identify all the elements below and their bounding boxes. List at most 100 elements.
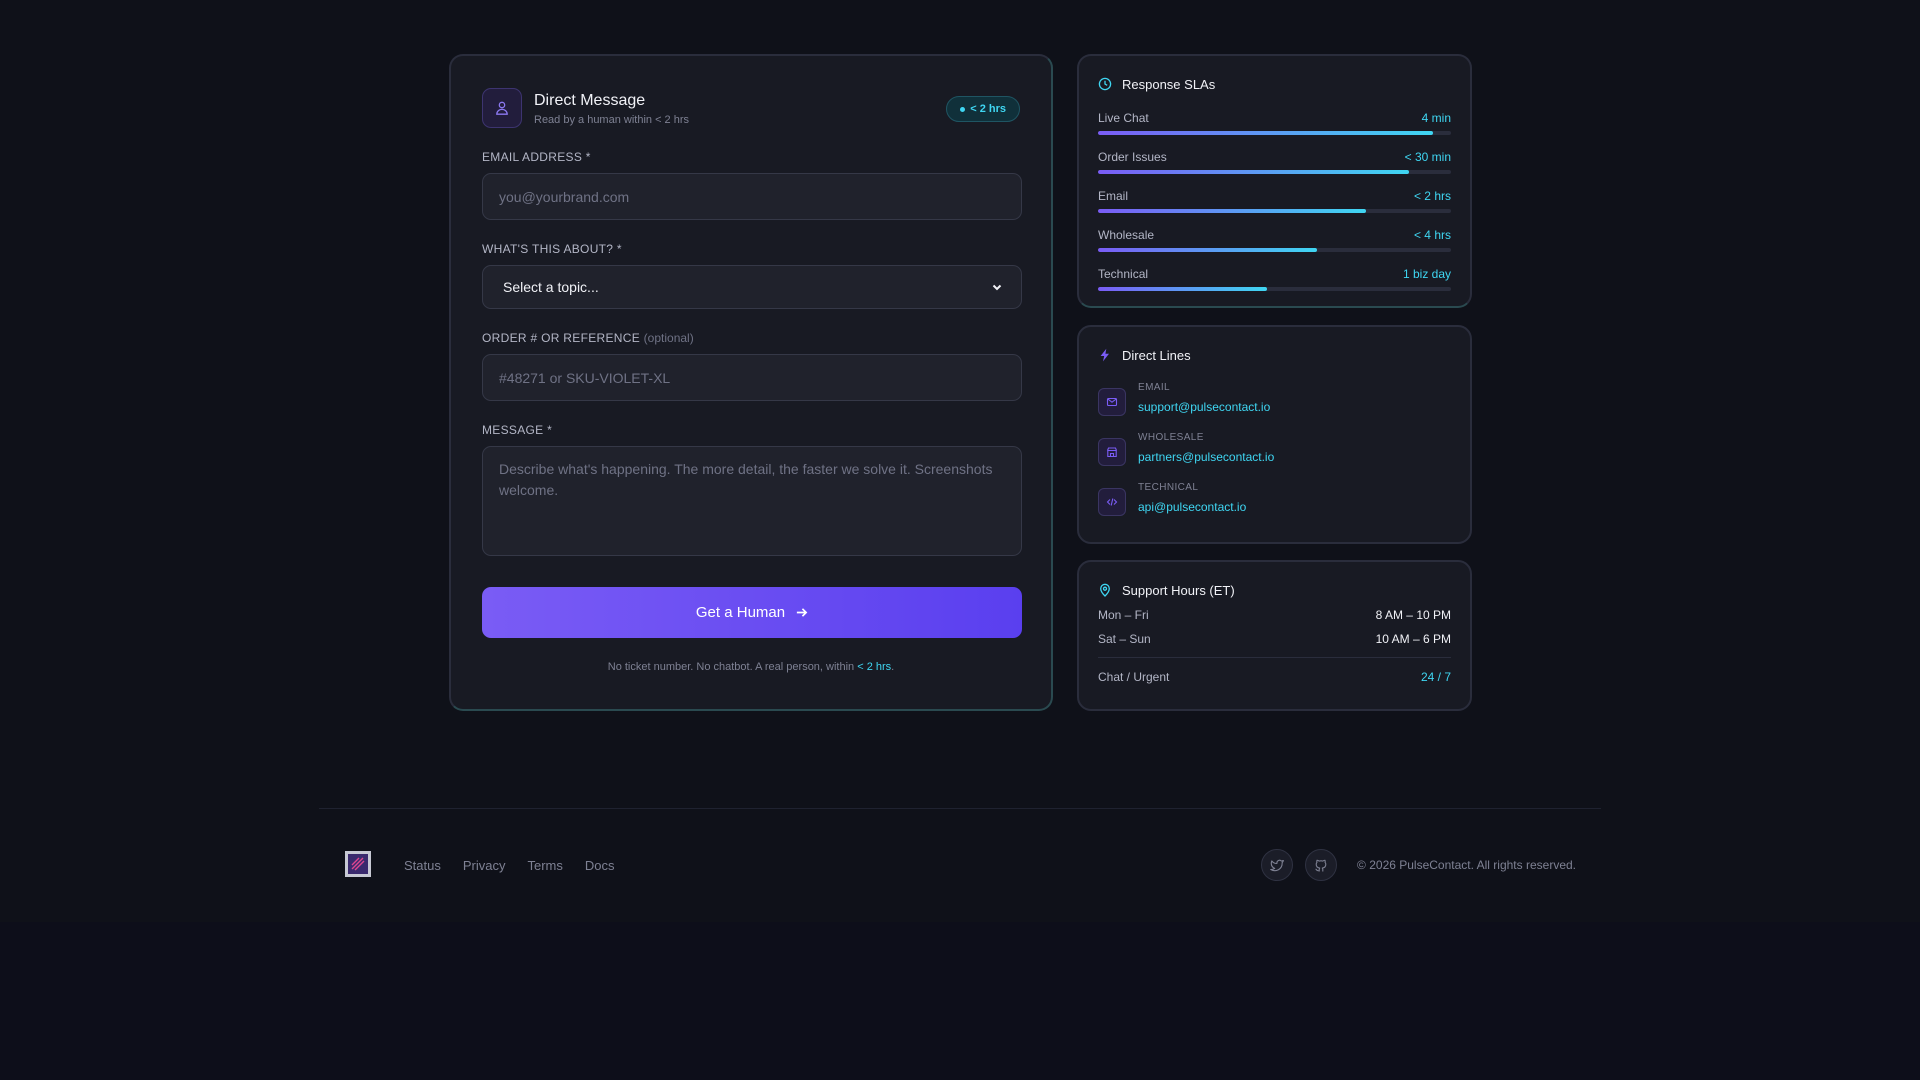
response-slas-panel: Response SLAs Live Chat 4 min Order Issues…: [1077, 54, 1472, 308]
direct-line-label: WHOLESALE: [1138, 432, 1204, 443]
direct-line-label: EMAIL: [1138, 382, 1171, 393]
twitter-icon: [1270, 859, 1284, 872]
hours-divider: [1098, 657, 1451, 658]
footer-link-terms[interactable]: Terms: [527, 858, 562, 873]
card-title: Direct Message: [534, 91, 646, 109]
message-placeholder: Describe what's happening. The more deta…: [499, 461, 993, 498]
card-footnote: No ticket number. No chatbot. A real per…: [482, 661, 1020, 673]
sla-line: Live Chat 4 min: [1098, 111, 1451, 125]
order-placeholder: #48271 or SKU-VIOLET-XL: [499, 369, 671, 386]
sla-progress-fill: [1098, 131, 1434, 135]
hours-row: Mon – Fri 8 AM – 10 PM: [1098, 608, 1451, 622]
direct-line-email-link[interactable]: api@pulsecontact.io: [1138, 500, 1246, 514]
support-hours-panel: Support Hours (ET) Mon – Fri 8 AM – 10 P…: [1077, 560, 1472, 711]
message-textarea[interactable]: Describe what's happening. The more deta…: [482, 446, 1022, 556]
sla-line: Wholesale < 4 hrs: [1098, 228, 1451, 242]
chevron-down-icon: [992, 284, 1002, 291]
order-label: ORDER # OR REFERENCE (optional): [482, 331, 1020, 345]
sla-time: < 2 hrs: [1413, 189, 1451, 203]
hours-time: 8 AM – 10 PM: [1375, 608, 1451, 622]
footnote-period: .: [891, 661, 895, 673]
direct-lines-header: Direct Lines: [1098, 347, 1451, 363]
footnote-text: No ticket number. No chatbot. A real per…: [607, 661, 855, 673]
sla-row: Live Chat 4 min: [1098, 111, 1451, 135]
footer-link-status[interactable]: Status: [404, 858, 441, 873]
sla-row: Wholesale < 4 hrs: [1098, 228, 1451, 252]
twitter-button[interactable]: [1261, 849, 1293, 881]
sla-title: Response SLAs: [1122, 76, 1216, 92]
order-label-text: ORDER # OR REFERENCE: [482, 331, 641, 345]
hours-day: Mon – Fri: [1098, 608, 1149, 622]
response-time-badge: < 2 hrs: [946, 96, 1020, 122]
sla-line: Email < 2 hrs: [1098, 189, 1451, 203]
topic-selected-value: Select a topic...: [503, 279, 599, 295]
direct-line-item: TECHNICAL api@pulsecontact.io: [1098, 482, 1451, 516]
sla-progress-bar: [1098, 287, 1451, 291]
topic-select[interactable]: Select a topic...: [482, 265, 1022, 309]
chat-urgent-value: 24 / 7: [1420, 670, 1451, 684]
email-label: EMAIL ADDRESS *: [482, 150, 591, 164]
card-subtitle: Read by a human within < 2 hrs: [534, 113, 690, 126]
topic-label: WHAT'S THIS ABOUT? *: [482, 242, 622, 256]
arrow-right-icon: [796, 608, 808, 617]
copyright-text: © 2026 PulseContact. All rights reserved…: [1357, 858, 1576, 872]
email-field[interactable]: you@yourbrand.com: [482, 173, 1022, 220]
sla-channel: Email: [1098, 189, 1129, 203]
direct-line-email-link[interactable]: partners@pulsecontact.io: [1138, 450, 1274, 464]
direct-line-item: WHOLESALE partners@pulsecontact.io: [1098, 432, 1451, 466]
sla-time: 4 min: [1421, 111, 1451, 125]
pulsecontact-logo-icon[interactable]: [345, 851, 371, 877]
github-button[interactable]: [1305, 849, 1337, 881]
direct-message-card: Direct Message Read by a human within < …: [449, 54, 1053, 711]
sla-progress-bar: [1098, 170, 1451, 174]
hours-time: 10 AM – 6 PM: [1375, 632, 1451, 646]
sla-time: < 30 min: [1404, 150, 1451, 164]
sla-row: Email < 2 hrs: [1098, 189, 1451, 213]
sla-row: Order Issues < 30 min: [1098, 150, 1451, 174]
get-a-human-button[interactable]: Get a Human: [482, 587, 1022, 638]
sla-line: Technical 1 biz day: [1098, 267, 1451, 281]
card-header: Direct Message Read by a human within < …: [482, 88, 1020, 128]
order-optional-hint: (optional): [643, 331, 694, 345]
message-label: MESSAGE *: [482, 423, 553, 437]
direct-line-email-link[interactable]: support@pulsecontact.io: [1138, 400, 1270, 414]
sla-progress-bar: [1098, 248, 1451, 252]
code-icon: [1098, 488, 1126, 516]
badge-text: < 2 hrs: [970, 103, 1006, 115]
sla-channel: Technical: [1098, 267, 1149, 281]
direct-line-item: EMAIL support@pulsecontact.io: [1098, 382, 1451, 416]
direct-lines-title: Direct Lines: [1122, 347, 1191, 363]
map-pin-icon: [1100, 583, 1110, 597]
direct-line-label: TECHNICAL: [1138, 482, 1199, 493]
hours-day: Sat – Sun: [1098, 632, 1151, 646]
clock-icon: [1098, 77, 1112, 91]
sla-time: < 4 hrs: [1413, 228, 1451, 242]
lightning-icon: [1100, 348, 1109, 362]
github-icon: [1315, 859, 1327, 872]
submit-label: Get a Human: [695, 604, 786, 621]
order-reference-field[interactable]: #48271 or SKU-VIOLET-XL: [482, 354, 1022, 401]
store-icon: [1098, 438, 1126, 466]
email-placeholder: you@yourbrand.com: [499, 188, 630, 205]
sla-channel: Order Issues: [1098, 150, 1167, 164]
sla-row: Technical 1 biz day: [1098, 267, 1451, 291]
sla-time: 1 biz day: [1402, 267, 1451, 281]
chat-urgent-row: Chat / Urgent 24 / 7: [1098, 670, 1451, 684]
user-icon: [482, 88, 522, 128]
footer-links: Status Privacy Terms Docs: [404, 858, 615, 873]
sla-progress-fill: [1098, 287, 1268, 291]
mail-icon: [1098, 388, 1126, 416]
sla-line: Order Issues < 30 min: [1098, 150, 1451, 164]
sla-channel: Wholesale: [1098, 228, 1155, 242]
footer-divider: [319, 808, 1601, 809]
sla-progress-fill: [1098, 248, 1317, 252]
sla-progress-fill: [1098, 209, 1367, 213]
footer-link-docs[interactable]: Docs: [585, 858, 615, 873]
footer-link-privacy[interactable]: Privacy: [463, 858, 506, 873]
hours-row: Sat – Sun 10 AM – 6 PM: [1098, 632, 1451, 646]
sla-progress-bar: [1098, 209, 1451, 213]
status-dot-icon: [960, 106, 966, 112]
footnote-highlight: < 2 hrs: [857, 661, 892, 673]
sla-header: Response SLAs: [1098, 76, 1451, 92]
chat-urgent-label: Chat / Urgent: [1098, 670, 1170, 684]
